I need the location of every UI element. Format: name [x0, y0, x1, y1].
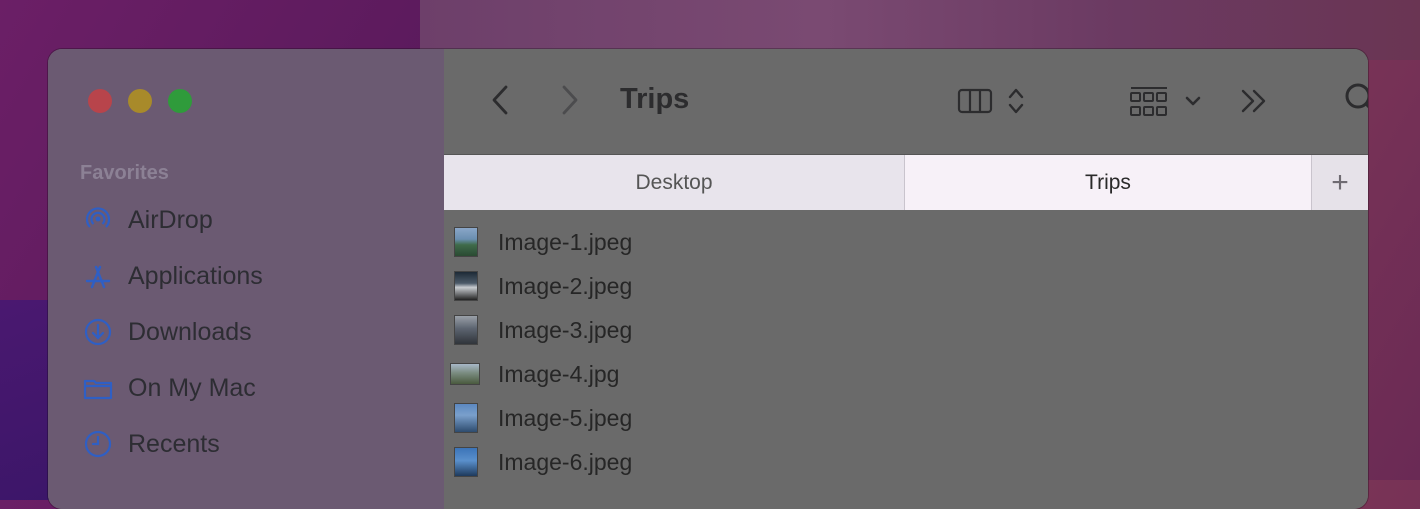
file-name: Image-6.jpeg: [498, 448, 633, 475]
list-item[interactable]: Image-2.jpeg: [450, 264, 632, 308]
file-name: Image-3.jpeg: [498, 316, 633, 343]
new-tab-button[interactable]: +: [1312, 155, 1368, 210]
back-button[interactable]: [480, 79, 520, 121]
search-button[interactable]: [1342, 79, 1368, 121]
sidebar-item-recents[interactable]: Recents: [82, 424, 220, 464]
list-item[interactable]: Image-5.jpeg: [450, 396, 632, 440]
minimize-button[interactable]: [128, 89, 152, 113]
tab-bar: Desktop Trips +: [444, 154, 1368, 210]
finder-window: Favorites AirDrop Applications Downloads…: [48, 49, 1368, 509]
chevron-left-icon: [492, 85, 508, 115]
search-icon: [1345, 83, 1368, 109]
sidebar-item-on-my-mac[interactable]: On My Mac: [82, 368, 256, 408]
downloads-icon: [82, 316, 114, 348]
sidebar-item-label: Recents: [128, 429, 220, 458]
tab-desktop[interactable]: Desktop: [444, 155, 905, 210]
file-name: Image-2.jpeg: [498, 272, 633, 299]
chevron-right-icon: [562, 85, 578, 115]
maximize-button[interactable]: [168, 89, 192, 113]
image-thumbnail-icon: [450, 363, 480, 385]
sidebar-item-label: Downloads: [128, 317, 252, 346]
grid-icon: [1130, 87, 1167, 116]
applications-icon: [82, 260, 114, 292]
main-area: Trips Desktop Trips + Image-1.jpeg Image…: [444, 49, 1368, 509]
clock-icon: [82, 428, 114, 460]
image-thumbnail-icon: [454, 403, 478, 433]
sidebar-item-downloads[interactable]: Downloads: [82, 312, 252, 352]
window-title: Trips: [620, 83, 690, 115]
list-item[interactable]: Image-4.jpg: [450, 352, 619, 396]
tab-trips[interactable]: Trips: [905, 155, 1312, 210]
columns-view-icon: [957, 88, 993, 114]
sidebar-item-label: AirDrop: [128, 205, 213, 234]
double-chevron-right-icon: [1241, 89, 1266, 113]
file-name: Image-4.jpg: [498, 360, 620, 387]
list-item[interactable]: Image-6.jpeg: [450, 440, 632, 484]
list-item[interactable]: Image-3.jpeg: [450, 308, 632, 352]
image-thumbnail-icon: [454, 271, 478, 301]
sidebar-item-airdrop[interactable]: AirDrop: [82, 200, 213, 240]
forward-button[interactable]: [550, 79, 590, 121]
sidebar: Favorites AirDrop Applications Downloads…: [48, 49, 444, 509]
image-thumbnail-icon: [454, 447, 478, 477]
sidebar-section-title: Favorites: [80, 162, 169, 184]
sidebar-item-label: On My Mac: [128, 373, 256, 402]
file-name: Image-5.jpeg: [498, 404, 633, 431]
more-toolbar-button[interactable]: [1234, 81, 1274, 121]
folder-icon: [82, 372, 114, 404]
image-thumbnail-icon: [454, 315, 478, 345]
sidebar-item-applications[interactable]: Applications: [82, 256, 263, 296]
list-item[interactable]: Image-1.jpeg: [450, 220, 632, 264]
toolbar: Trips: [444, 49, 1368, 154]
sidebar-item-label: Applications: [128, 261, 263, 290]
file-name: Image-1.jpeg: [498, 228, 633, 255]
up-down-chevron-icon: [1008, 88, 1024, 114]
group-by-button[interactable]: [1128, 79, 1204, 123]
chevron-down-icon: [1185, 96, 1201, 106]
close-button[interactable]: [88, 89, 112, 113]
airdrop-icon: [82, 204, 114, 236]
image-thumbnail-icon: [454, 227, 478, 257]
view-mode-button[interactable]: [952, 81, 1032, 121]
